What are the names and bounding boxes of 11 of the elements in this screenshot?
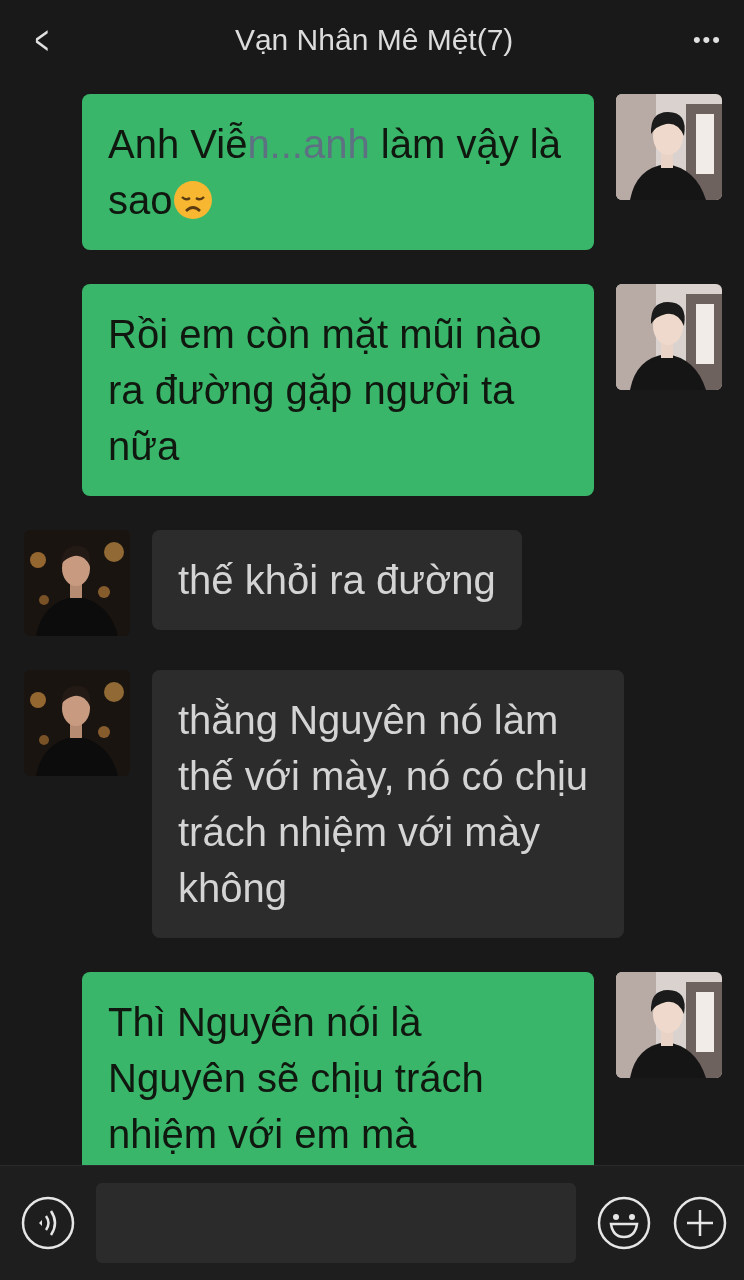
message-bubble[interactable]: thằng Nguyên nó làm thế với mày, nó có chịu trách nhiệm với mày không: [152, 670, 624, 938]
message-bubble[interactable]: Anh Viễn...anh làm vậy là sao: [82, 94, 594, 250]
back-button[interactable]: <: [31, 17, 53, 63]
message-bubble[interactable]: thế khỏi ra đường: [152, 530, 522, 630]
message-bubble[interactable]: Rồi em còn mặt mũi nào ra đường gặp người ta nữa: [82, 284, 594, 496]
voice-icon[interactable]: [20, 1195, 76, 1251]
message-bubble[interactable]: Thì Nguyên nói là Nguyên sẽ chịu trách nhiệm với em mà: [82, 972, 594, 1165]
more-button[interactable]: •••: [688, 27, 726, 53]
chat-title: Vạn Nhân Mê Mệt(7): [234, 23, 514, 57]
plus-icon[interactable]: [672, 1195, 728, 1251]
smiley-icon[interactable]: [596, 1195, 652, 1251]
